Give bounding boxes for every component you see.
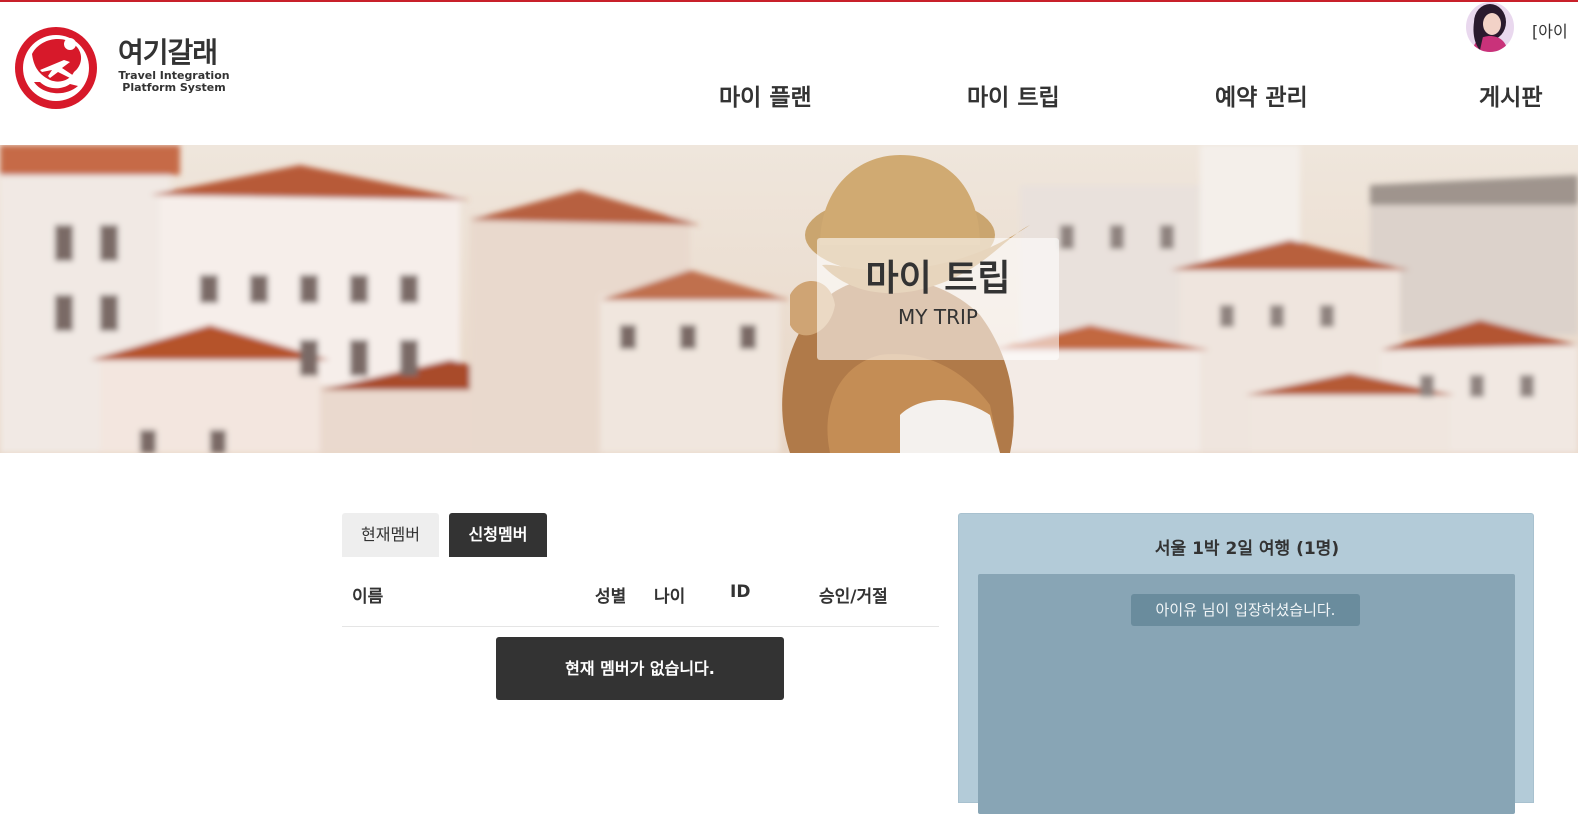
column-header-id: ID [730, 582, 751, 602]
hero-banner: 마이 트립 MY TRIP [0, 145, 1578, 453]
nav-board[interactable]: 게시판 [1479, 78, 1542, 112]
hero-background-image [0, 145, 1578, 453]
chat-system-notice: 아이유 님이 입장하셨습니다. [1131, 594, 1360, 626]
members-table-header: 이름 성별 나이 ID 승인/거절 [342, 572, 939, 627]
column-header-name: 이름 [352, 587, 384, 607]
nav-reservations[interactable]: 예약 관리 [1215, 78, 1308, 112]
hero-title: 마이 트립 [865, 258, 1011, 299]
nav-my-trip[interactable]: 마이 트립 [967, 78, 1060, 112]
chat-messages-area[interactable]: 아이유 님이 입장하셨습니다. [978, 574, 1515, 814]
user-avatar-icon[interactable] [1466, 2, 1514, 52]
main-nav: 마이 플랜 마이 트립 예약 관리 게시판 [0, 78, 1578, 114]
trip-chat-panel: 서울 1박 2일 여행 (1명) 아이유 님이 입장하셨습니다. [958, 513, 1534, 814]
empty-members-message: 현재 멤버가 없습니다. [496, 637, 784, 700]
tab-current-members[interactable]: 현재멤버 [342, 513, 439, 557]
chat-room-title: 서울 1박 2일 여행 (1명) [1154, 539, 1340, 559]
site-header: 여기갈래 Travel Integration Platform System … [0, 2, 1578, 145]
tab-applied-members[interactable]: 신청멤버 [449, 513, 547, 557]
column-header-approve-reject: 승인/거절 [819, 587, 888, 607]
user-name-label[interactable]: [아이 [1532, 18, 1568, 42]
nav-my-plan[interactable]: 마이 플랜 [719, 78, 812, 112]
column-header-age: 나이 [654, 587, 686, 607]
brand-name: 여기갈래 [118, 36, 218, 69]
hero-title-card: 마이 트립 MY TRIP [817, 238, 1059, 360]
column-header-gender: 성별 [595, 587, 627, 607]
hero-subtitle: MY TRIP [898, 305, 978, 329]
